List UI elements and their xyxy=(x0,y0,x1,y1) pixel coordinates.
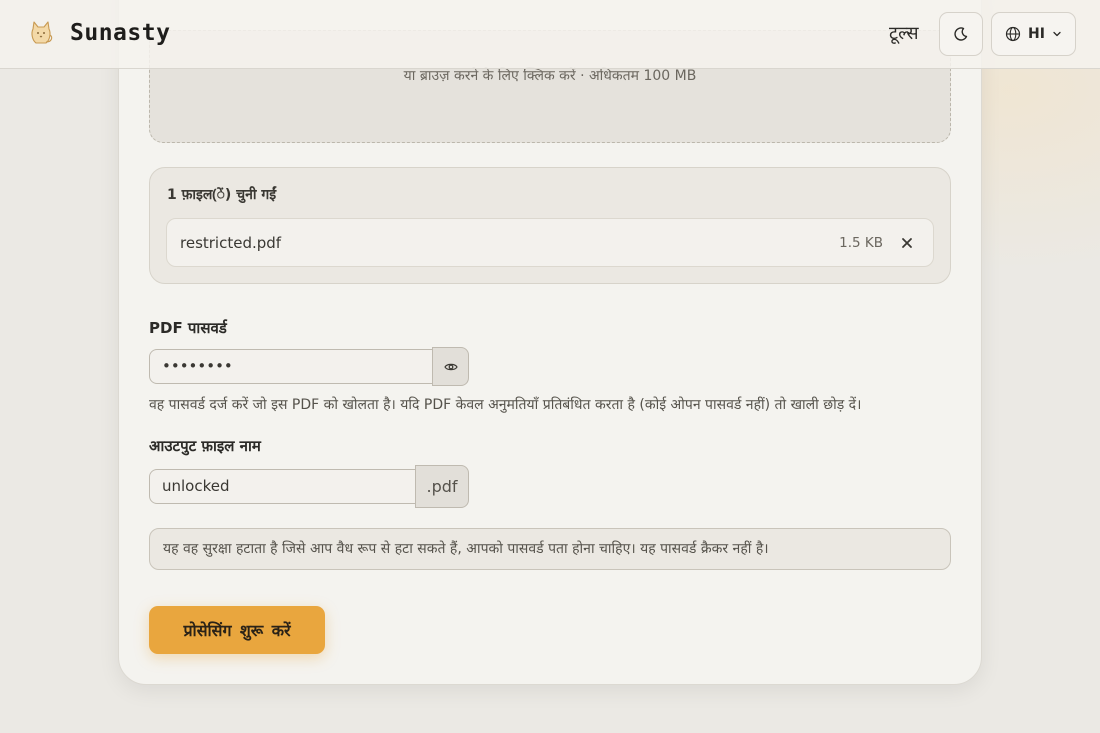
theme-toggle-button[interactable] xyxy=(939,12,983,56)
output-filename-input[interactable]: unlocked xyxy=(149,469,417,504)
password-input[interactable]: •••••••• xyxy=(149,349,433,384)
cat-logo-icon xyxy=(24,16,58,50)
toggle-password-button[interactable] xyxy=(432,347,469,386)
close-icon[interactable] xyxy=(897,233,917,253)
password-help-text: वह पासवर्ड दर्ज करें जो इस PDF को खोलता … xyxy=(149,397,862,413)
top-navigation-bar: Sunasty टूल्स HI xyxy=(0,0,1100,69)
brand-name: Sunasty xyxy=(70,20,171,46)
file-name: restricted.pdf xyxy=(180,234,282,252)
file-row: restricted.pdf 1.5 KB xyxy=(166,218,934,267)
output-filename-label: आउटपुट फ़ाइल नाम xyxy=(149,437,261,455)
chevron-down-icon xyxy=(1052,29,1062,39)
globe-icon xyxy=(1005,26,1021,42)
moon-icon xyxy=(954,27,968,41)
file-extension-suffix: .pdf xyxy=(415,465,469,508)
security-notice: यह वह सुरक्षा हटाता है जिसे आप वैध रूप स… xyxy=(149,528,951,570)
language-select[interactable]: HI xyxy=(991,12,1076,56)
selected-files-panel: 1 फ़ाइल(ें) चुनी गईं restricted.pdf 1.5 … xyxy=(149,167,951,284)
file-size: 1.5 KB xyxy=(839,235,883,251)
nav-tools-link[interactable]: टूल्स xyxy=(889,21,919,45)
password-label: PDF पासवर्ड xyxy=(149,319,227,337)
start-processing-button[interactable]: प्रोसेसिंग शुरू करें xyxy=(149,606,325,654)
eye-icon xyxy=(443,362,458,372)
language-label: HI xyxy=(1028,26,1045,42)
files-count-label: 1 फ़ाइल(ें) चुनी गईं xyxy=(167,187,277,203)
brand[interactable]: Sunasty xyxy=(24,16,170,50)
